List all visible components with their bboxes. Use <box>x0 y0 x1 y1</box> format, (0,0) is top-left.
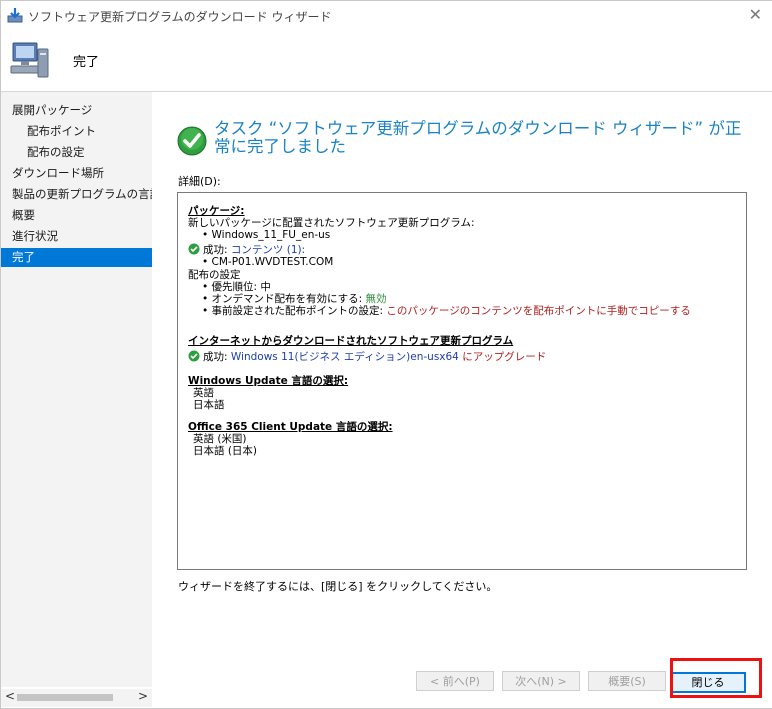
content-success-line: 成功: コンテンツ (1): <box>188 243 305 256</box>
package-item: • Windows_11_FU_en-us <box>202 229 331 241</box>
scrollbar-thumb[interactable] <box>17 694 113 701</box>
package-header: パッケージ: <box>188 205 245 217</box>
next-button[interactable]: 次へ(N) > <box>502 671 580 691</box>
content-label: コンテンツ (1): <box>230 244 306 256</box>
upgrade-success-line: 成功: Windows 11(ビジネス エディション)en-usx64 にアップ… <box>188 350 546 363</box>
wu-language-header: Windows Update 言語の選択: <box>188 375 349 387</box>
wu-language-item: 日本語 <box>193 399 225 411</box>
distribution-settings-label: 配布の設定 <box>188 269 241 281</box>
computer-icon <box>10 42 49 78</box>
window-title: ソフトウェア更新プログラムのダウンロード ウィザード <box>28 10 332 24</box>
content-item: • CM-P01.WVDTEST.COM <box>202 256 334 268</box>
success-check-icon <box>188 243 200 255</box>
sidebar-item-language-selection[interactable]: 製品の更新プログラムの言語の <box>1 185 152 204</box>
upgrade-text: Windows 11(ビジネス エディション)en-usx64 <box>230 351 459 363</box>
sidebar-item-download-location[interactable]: ダウンロード場所 <box>1 164 152 183</box>
sidebar-item-distribution-settings[interactable]: 配布の設定 <box>1 143 152 162</box>
o365-language-item: 英語 (米国) <box>193 433 247 445</box>
scroll-left-arrow[interactable]: < <box>5 689 15 703</box>
sidebar-item-completion[interactable]: 完了 <box>1 248 152 267</box>
success-check-icon <box>188 350 200 362</box>
wizard-window: ソフトウェア更新プログラムのダウンロード ウィザード ✕ 完了 展開パッケージ … <box>0 0 772 709</box>
title-bar: ソフトウェア更新プログラムのダウンロード ウィザード ✕ <box>1 1 772 29</box>
ondemand-value: 無効 <box>365 293 387 305</box>
highlight-frame <box>670 658 762 698</box>
o365-language-header: Office 365 Client Update 言語の選択: <box>188 421 393 433</box>
prestage-value: このパッケージのコンテンツを配布ポイントに手動でコピーする <box>386 305 691 317</box>
ondemand-line: • オンデマンド配布を有効にする: 無効 <box>202 293 387 305</box>
priority-line: • 優先順位: 中 <box>202 281 271 293</box>
wu-language-item: 英語 <box>193 387 214 399</box>
close-icon[interactable]: ✕ <box>749 5 762 24</box>
summary-button[interactable]: 概要(S) <box>588 671 666 691</box>
package-desc: 新しいパッケージに配置されたソフトウェア更新プログラム: <box>188 217 475 229</box>
wizard-sidebar: 展開パッケージ 配布ポイント 配布の設定 ダウンロード場所 製品の更新プログラム… <box>1 92 152 687</box>
page-title: 完了 <box>73 55 100 70</box>
completion-heading: タスク “ソフトウェア更新プログラムのダウンロード ウィザード” が正常に完了し… <box>214 119 742 156</box>
sidebar-item-summary[interactable]: 概要 <box>1 206 152 225</box>
internet-download-header: インターネットからダウンロードされたソフトウェア更新プログラム <box>188 335 514 347</box>
details-textbox[interactable]: パッケージ: 新しいパッケージに配置されたソフトウェア更新プログラム: • Wi… <box>177 192 747 570</box>
sidebar-item-deployment-package[interactable]: 展開パッケージ <box>1 101 152 120</box>
download-icon <box>7 8 23 23</box>
main-panel: タスク “ソフトウェア更新プログラムのダウンロード ウィザード” が正常に完了し… <box>152 92 772 708</box>
success-prefix: 成功: <box>203 244 228 256</box>
o365-language-item: 日本語 (日本) <box>193 445 258 457</box>
sidebar-horizontal-scrollbar[interactable]: < > <box>1 689 152 707</box>
footer-instruction: ウィザードを終了するには、[閉じる] をクリックしてください。 <box>178 580 498 593</box>
prestage-line: • 事前設定された配布ポイントの設定: このパッケージのコンテンツを配布ポイント… <box>202 305 691 317</box>
scroll-right-arrow[interactable]: > <box>138 689 148 703</box>
sidebar-item-distribution-points[interactable]: 配布ポイント <box>1 122 152 141</box>
upgrade-suffix: にアップグレード <box>462 351 547 363</box>
success-check-icon <box>177 126 207 156</box>
ondemand-label: • オンデマンド配布を有効にする: <box>202 293 363 305</box>
prestage-label: • 事前設定された配布ポイントの設定: <box>202 305 384 317</box>
wizard-header: 完了 <box>1 29 772 92</box>
prev-button[interactable]: < 前へ(P) <box>416 671 494 691</box>
sidebar-item-progress[interactable]: 進行状況 <box>1 227 152 246</box>
success-prefix: 成功: <box>203 351 228 363</box>
details-label: 詳細(D): <box>178 175 221 188</box>
